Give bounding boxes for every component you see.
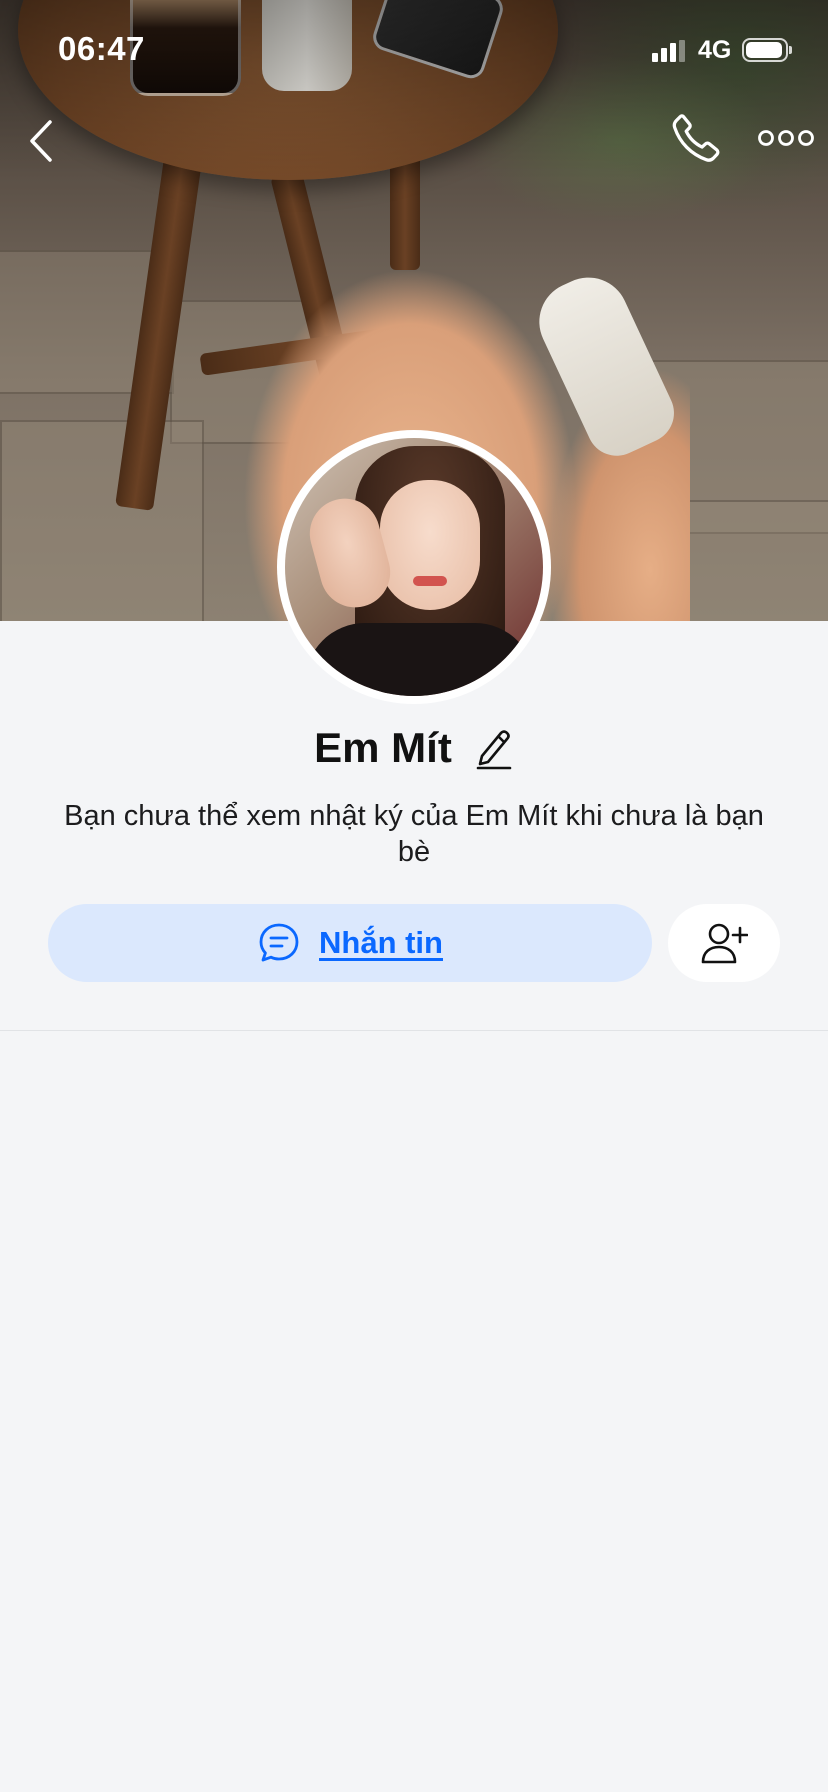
pencil-icon[interactable] [474, 726, 514, 770]
add-user-icon [701, 923, 748, 964]
name-row: Em Mít [0, 718, 828, 778]
more-horizontal-icon [758, 130, 814, 146]
signal-icon [652, 40, 685, 62]
status-bar: 06:47 4G [0, 0, 828, 100]
network-type: 4G [698, 36, 732, 64]
add-friend-button[interactable] [668, 904, 780, 982]
privacy-notice: Bạn chưa thể xem nhật ký của Em Mít khi … [64, 800, 764, 868]
profile-name: Em Mít [314, 724, 452, 771]
chat-bubble-icon [259, 923, 299, 962]
divider [0, 1030, 828, 1031]
battery-icon [742, 38, 792, 62]
more-button[interactable] [756, 118, 816, 158]
status-time: 06:47 [58, 30, 145, 67]
back-button[interactable] [20, 116, 66, 166]
message-label: Nhắn tin [319, 925, 443, 960]
chevron-left-icon [30, 120, 52, 162]
call-button[interactable] [668, 110, 724, 166]
avatar-photo [285, 438, 543, 696]
profile-screen: 06:47 4G Em Mít Bạn chưa thể xem nhật ký… [0, 0, 828, 1792]
phone-icon [672, 114, 720, 162]
message-button[interactable]: Nhắn tin [48, 904, 652, 982]
avatar[interactable] [277, 430, 551, 704]
